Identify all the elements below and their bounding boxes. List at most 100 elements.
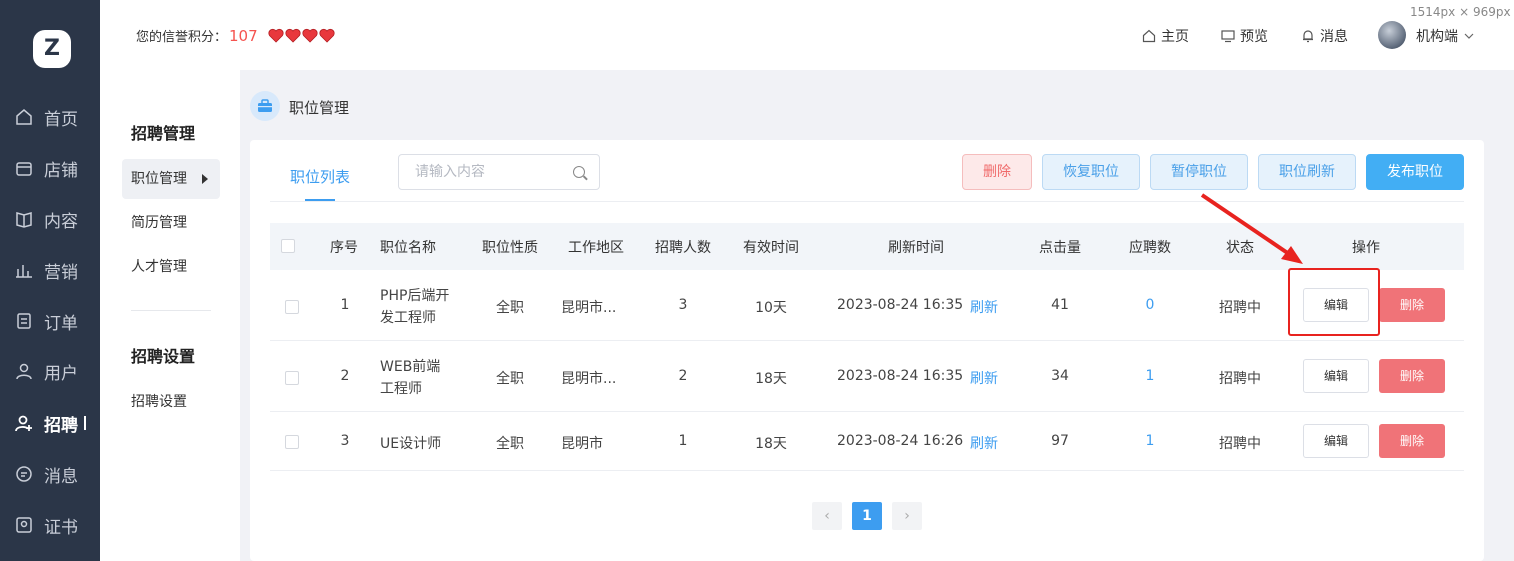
col-header: 工作地区 [568,240,624,256]
table-row: 3 UE设计师 全职 昆明市 1 18天 2023-08-24 16:26 刷新… [270,412,1464,471]
caret-right-icon [202,174,208,184]
delete-row-button[interactable]: 删除 [1379,288,1445,322]
nav-label: 营销 [44,262,78,283]
cell-clicks: 34 [1051,368,1069,384]
row-checkbox[interactable] [285,435,299,449]
submenu-item-job-management[interactable]: 职位管理 [122,159,220,199]
credit-value: 107 [229,26,258,45]
nav-label: 订单 [44,313,78,334]
cell-valid: 10天 [755,300,787,316]
delete-button[interactable]: 删除 [962,154,1032,190]
nav-item-home[interactable]: 首页 [0,97,100,137]
cell-type: 全职 [496,436,524,452]
edit-button[interactable]: 编辑 [1303,359,1369,393]
refresh-link[interactable]: 刷新 [970,368,998,388]
submenu-item-recruit-settings[interactable]: 招聘设置 [122,382,220,422]
nav-item-messages[interactable]: 消息 [0,454,100,494]
restore-job-button[interactable]: 恢复职位 [1042,154,1140,190]
refresh-link[interactable]: 刷新 [970,433,998,453]
main-sidebar: Z 首页 店铺 内容 营销 订单 用户 招聘 消息 证书 [0,0,100,561]
select-all-checkbox[interactable] [281,239,295,253]
nav-item-orders[interactable]: 订单 [0,301,100,341]
cell-refresh-time: 2023-08-24 16:35 [837,368,964,384]
cell-job-name[interactable]: WEB前端 工程师 [380,356,440,400]
cell-clicks: 97 [1051,433,1069,449]
cell-status: 招聘中 [1219,371,1261,387]
cell-type: 全职 [496,371,524,387]
briefcase-icon [250,91,280,121]
col-header: 刷新时间 [888,240,944,256]
cell-applies-link[interactable]: 0 [1120,297,1180,313]
submenu-item-label: 简历管理 [131,215,187,231]
nav-label: 消息 [44,466,78,487]
nav-item-store[interactable]: 店铺 [0,148,100,188]
user-menu[interactable]: 机构端 [1416,26,1474,46]
publish-job-button[interactable]: 发布职位 [1366,154,1464,190]
next-page-button[interactable]: › [892,502,922,530]
home-icon [1142,29,1156,43]
edit-button[interactable]: 编辑 [1303,424,1369,458]
row-checkbox[interactable] [285,300,299,314]
submenu-item-label: 人才管理 [131,259,187,275]
nav-item-users[interactable]: 用户 [0,351,100,391]
submenu-divider [131,310,211,311]
cell-area: 昆明市... [561,300,617,316]
header-messages-link[interactable]: 消息 [1301,26,1348,46]
nav-item-recruit[interactable]: 招聘 [0,403,100,443]
user-name: 机构端 [1416,29,1458,45]
nav-label: 证书 [44,517,78,538]
header-preview-link[interactable]: 预览 [1221,26,1268,46]
col-header: 职位名称 [380,240,436,256]
recruit-icon [14,413,34,433]
job-list-card: 职位列表 请输入内容 删除 恢复职位 暂停职位 职位刷新 发布职位 序号 职位名… [250,140,1484,561]
prev-page-button[interactable]: ‹ [812,502,842,530]
certificate-icon [14,515,34,535]
cell-applies-link[interactable]: 1 [1120,368,1180,384]
nav-item-content[interactable]: 内容 [0,199,100,239]
credit-label: 您的信誉积分： [136,30,228,45]
search-input[interactable]: 请输入内容 [398,154,600,190]
cell-job-name[interactable]: PHP后端开 发工程师 [380,285,449,329]
col-header: 状态 [1226,240,1254,256]
tab-job-list[interactable]: 职位列表 [290,166,350,187]
delete-row-button[interactable]: 删除 [1379,424,1445,458]
cell-count: 2 [678,368,688,384]
bell-icon [1303,30,1313,43]
table-row: 1 PHP后端开 发工程师 全职 昆明市... 3 10天 2023-08-24 … [270,270,1464,341]
cell-count: 3 [678,297,688,313]
nav-item-certificate[interactable]: 证书 [0,505,100,545]
row-checkbox[interactable] [285,371,299,385]
heart-icon [285,28,301,43]
col-header: 应聘数 [1129,240,1171,256]
page-number-current[interactable]: 1 [852,502,882,530]
page-title: 职位管理 [289,99,350,117]
cell-type: 全职 [496,300,524,316]
nav-label: 用户 [44,363,78,384]
nav-item-marketing[interactable]: 营销 [0,250,100,290]
header-home-link[interactable]: 主页 [1142,26,1189,46]
pause-job-button[interactable]: 暂停职位 [1150,154,1248,190]
submenu-item-talent-management[interactable]: 人才管理 [122,247,220,287]
app-logo[interactable]: Z [33,30,71,68]
job-name-line: PHP后端开 [380,288,450,304]
submenu-group-title: 招聘设置 [131,347,196,366]
refresh-job-button[interactable]: 职位刷新 [1258,154,1356,190]
cell-count: 1 [678,433,688,449]
cell-clicks: 41 [1051,297,1069,313]
delete-row-button[interactable]: 删除 [1379,359,1445,393]
chevron-down-icon [1464,33,1474,39]
table-header: 序号 职位名称 职位性质 工作地区 招聘人数 有效时间 刷新时间 点击量 应聘数… [270,223,1464,270]
cell-status: 招聘中 [1219,300,1261,316]
header-link-label: 预览 [1240,29,1268,45]
annotation-highlight-box [1288,268,1380,336]
avatar[interactable] [1378,21,1406,49]
cell-no: 3 [340,433,350,449]
heart-icon [268,28,284,43]
job-name-line: UE设计师 [380,436,442,452]
refresh-link[interactable]: 刷新 [970,297,998,317]
search-icon[interactable] [573,166,585,178]
book-icon [14,209,34,229]
submenu-item-resume-management[interactable]: 简历管理 [122,203,220,243]
cell-applies-link[interactable]: 1 [1120,433,1180,449]
cell-job-name[interactable]: UE设计师 [380,433,441,453]
